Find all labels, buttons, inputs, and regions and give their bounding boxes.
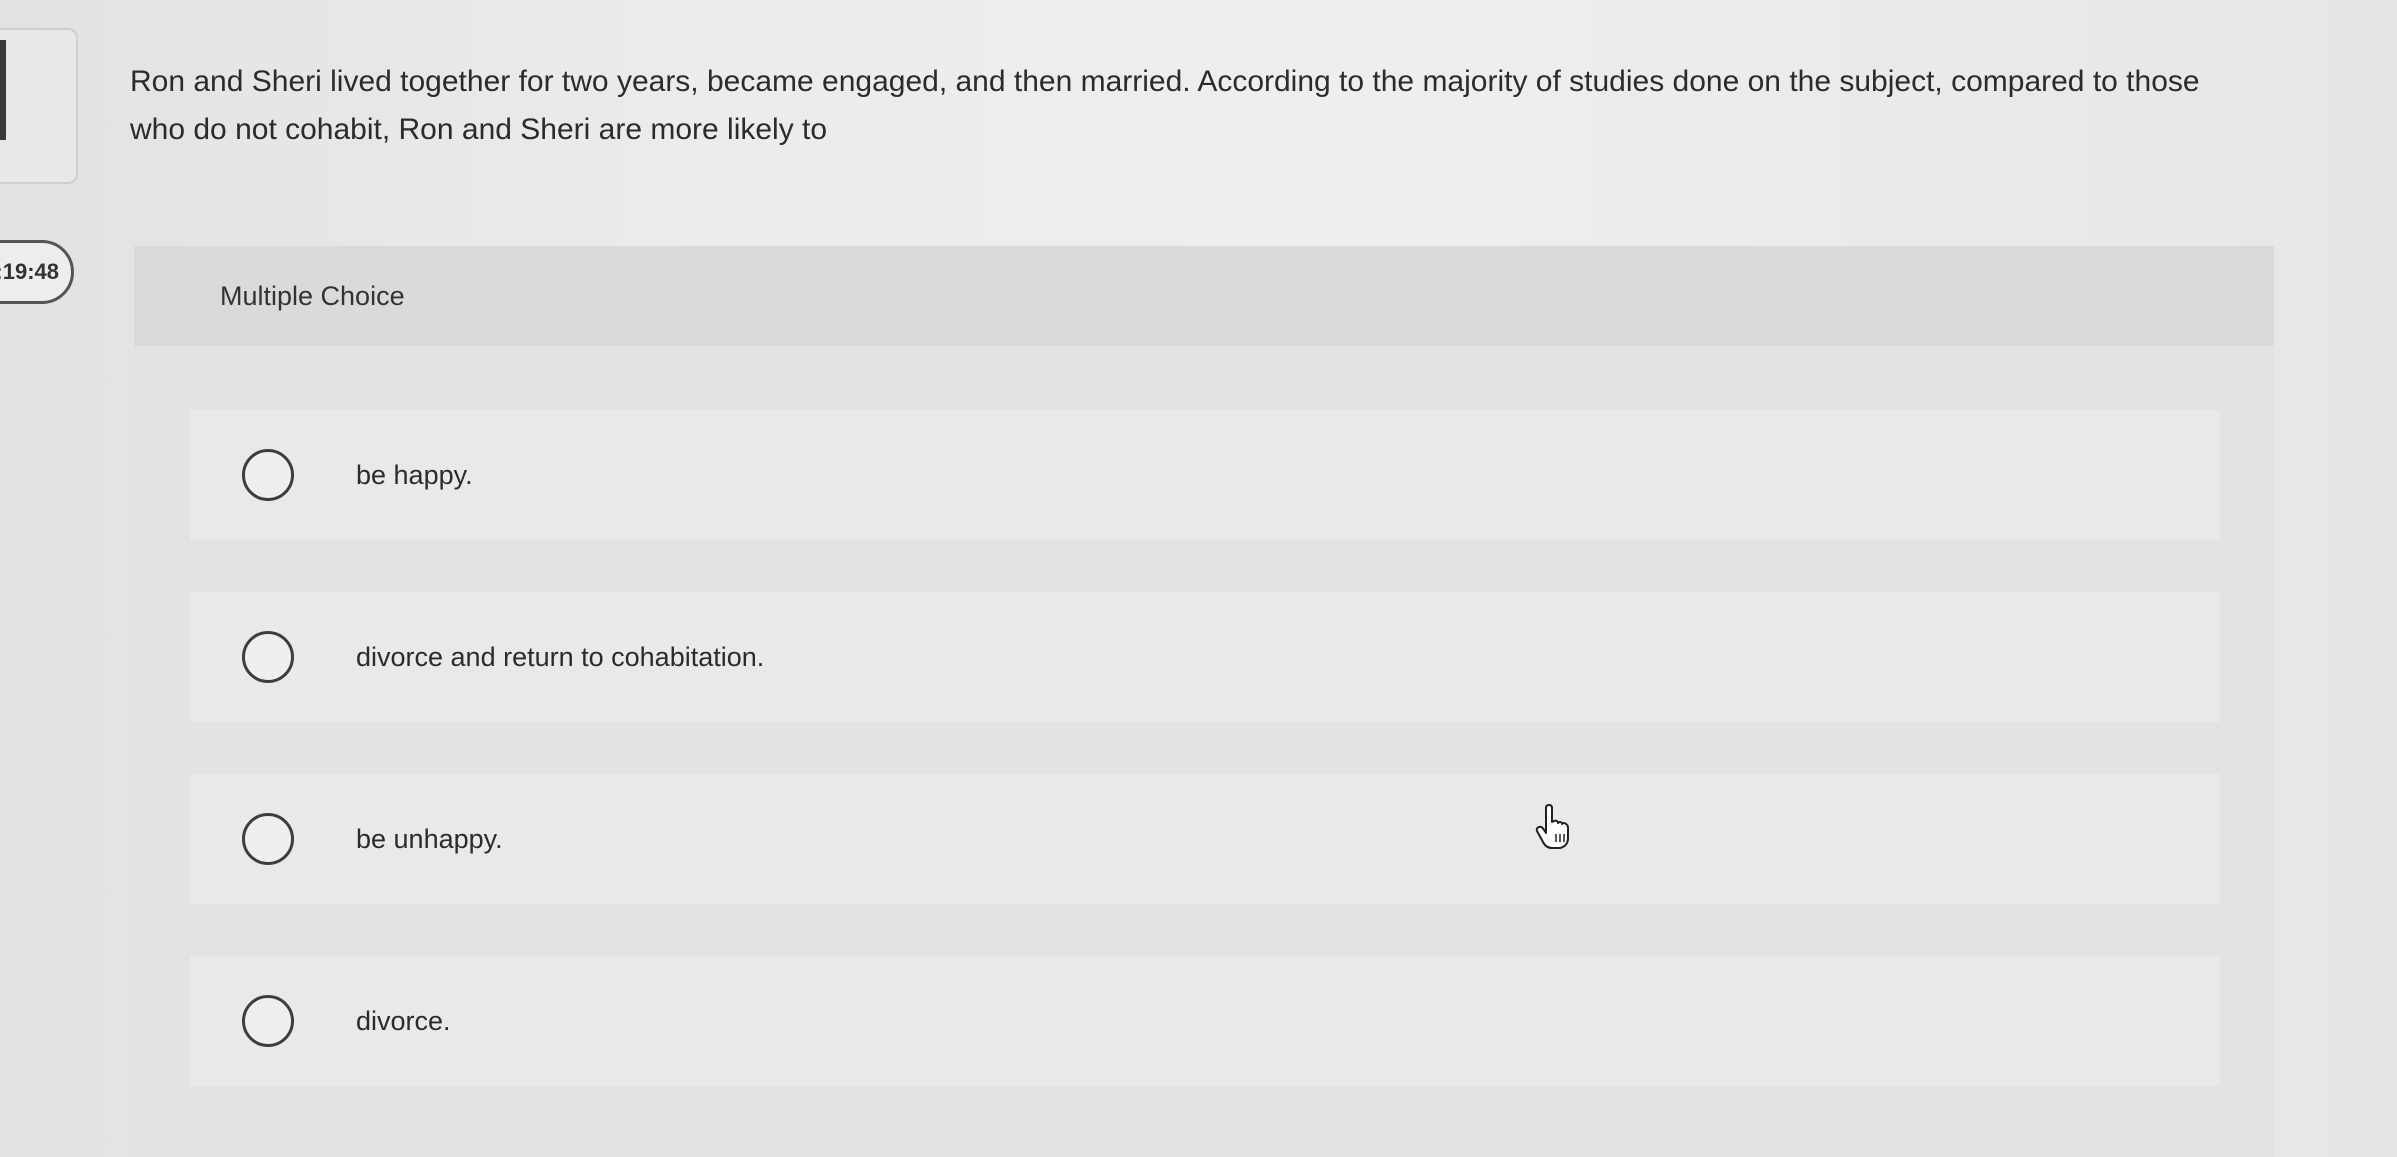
answer-option-label: be unhappy.	[356, 823, 503, 854]
radio-button-icon[interactable]	[242, 631, 294, 683]
radio-button-icon[interactable]	[242, 813, 294, 865]
multiple-choice-label: Multiple Choice	[220, 280, 405, 311]
answer-option-label: be happy.	[356, 459, 473, 490]
answer-option-label: divorce.	[356, 1005, 451, 1036]
left-edge-bar	[0, 40, 6, 140]
answer-option-label: divorce and return to cohabitation.	[356, 641, 765, 672]
left-side-tab[interactable]	[0, 28, 78, 184]
answer-option-1[interactable]: be happy.	[190, 410, 2220, 540]
timer-text: :19:48	[0, 259, 59, 284]
answer-option-2[interactable]: divorce and return to cohabitation.	[190, 592, 2220, 722]
multiple-choice-panel: Multiple Choice be happy. divorce and re…	[134, 246, 2274, 1157]
multiple-choice-header: Multiple Choice	[134, 246, 2274, 346]
hand-pointer-icon	[1535, 804, 1569, 849]
radio-button-icon[interactable]	[242, 449, 294, 501]
radio-button-icon[interactable]	[242, 995, 294, 1047]
answer-option-4[interactable]: divorce.	[190, 956, 2220, 1086]
answer-option-3[interactable]: be unhappy.	[190, 774, 2220, 904]
timer-badge: :19:48	[0, 240, 74, 304]
question-text: Ron and Sheri lived together for two yea…	[130, 65, 2200, 146]
